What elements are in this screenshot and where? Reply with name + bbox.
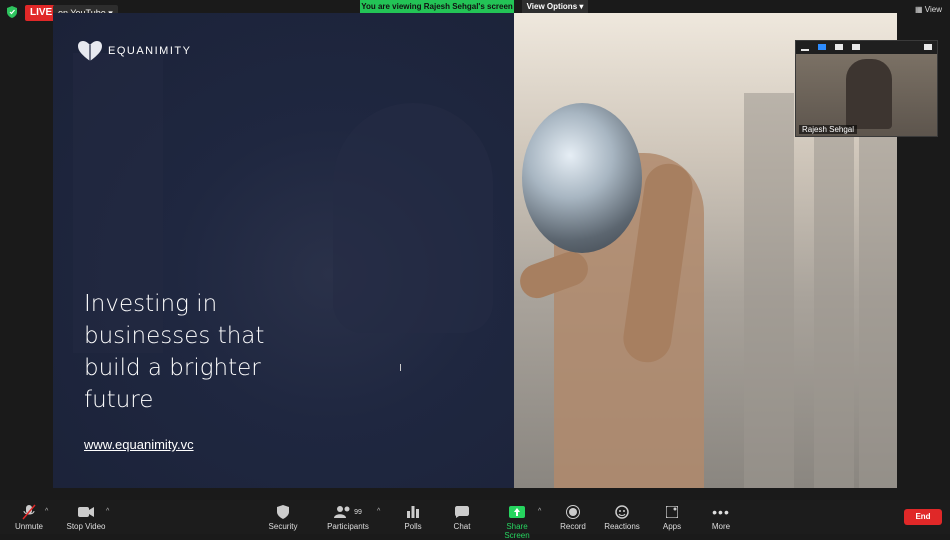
swap-view-icon[interactable]	[924, 44, 932, 50]
slide-left-panel: EQUANIMITY Investing in businesses that …	[53, 13, 514, 488]
participants-label: Participants	[327, 522, 369, 531]
strip-view-icon[interactable]	[835, 44, 843, 50]
view-button[interactable]: ▦ View	[915, 5, 942, 14]
slide-headline: Investing in businesses that build a bri…	[84, 291, 265, 413]
view-options-button[interactable]: View Options ▾	[522, 0, 588, 13]
participant-video-window[interactable]: Rajesh Sehgal	[795, 40, 938, 137]
crystal-ball-image	[522, 103, 642, 253]
more-button[interactable]: ••• More	[708, 504, 734, 534]
record-icon	[559, 504, 587, 520]
unmute-label: Unmute	[14, 522, 43, 531]
mouse-cursor-icon	[400, 364, 406, 371]
reactions-button[interactable]: Reactions	[604, 504, 640, 534]
viewing-screen-banner: You are viewing Rajesh Sehgal's screen	[360, 0, 514, 13]
polls-label: Polls	[404, 522, 422, 531]
video-window-toolbar	[796, 41, 937, 54]
speaker-view-icon[interactable]	[818, 44, 826, 50]
logo-text: EQUANIMITY	[108, 45, 192, 57]
share-options-chevron-icon[interactable]: ^	[538, 508, 541, 515]
share-screen-icon	[494, 504, 540, 520]
chat-button[interactable]: Chat	[449, 504, 475, 534]
share-screen-label: Share Screen	[504, 522, 530, 540]
participant-figure	[846, 59, 892, 129]
slide-url-link[interactable]: www.equanimity.vc	[84, 437, 194, 452]
shield-icon	[266, 504, 300, 520]
grid-view-icon: ▦	[915, 5, 923, 14]
logo-heart-icon	[78, 41, 102, 61]
participants-count: 99	[354, 508, 362, 516]
more-dots-icon: •••	[712, 504, 730, 520]
background-building	[814, 133, 854, 488]
video-camera-icon	[64, 504, 108, 520]
end-meeting-button[interactable]: End	[904, 509, 942, 525]
participants-button[interactable]: 99 Participants	[325, 504, 371, 534]
meeting-toolbar: Unmute ^ Stop Video ^ Security 99 Partic…	[0, 500, 950, 540]
polls-button[interactable]: Polls	[400, 504, 426, 534]
microphone-muted-icon	[12, 504, 46, 520]
apps-button[interactable]: Apps	[661, 504, 683, 534]
audio-options-chevron-icon[interactable]: ^	[45, 508, 48, 515]
background-hand-silhouette	[333, 103, 493, 333]
record-label: Record	[560, 522, 586, 531]
gallery-view-icon[interactable]	[852, 44, 860, 50]
participant-name-label: Rajesh Sehgal	[799, 125, 858, 134]
minimize-icon[interactable]	[801, 49, 809, 51]
stop-video-button[interactable]: Stop Video	[64, 504, 108, 534]
security-button[interactable]: Security	[266, 504, 300, 534]
chevron-down-icon: ▾	[579, 2, 584, 11]
company-logo: EQUANIMITY	[78, 41, 191, 61]
apps-icon	[661, 504, 683, 520]
record-button[interactable]: Record	[559, 504, 587, 534]
chat-bubble-icon	[449, 504, 475, 520]
bar-chart-icon	[400, 504, 426, 520]
security-label: Security	[268, 522, 298, 531]
reactions-label: Reactions	[604, 522, 640, 531]
shared-screen: EQUANIMITY Investing in businesses that …	[53, 13, 897, 488]
more-label: More	[711, 522, 731, 531]
background-building	[744, 93, 794, 488]
view-label: View	[924, 5, 942, 14]
share-screen-button[interactable]: Share Screen	[494, 504, 540, 540]
video-options-chevron-icon[interactable]: ^	[106, 508, 109, 515]
stop-video-label: Stop Video	[66, 522, 106, 531]
participant-video: Rajesh Sehgal	[796, 54, 937, 136]
security-shield-icon	[7, 6, 17, 18]
participants-options-chevron-icon[interactable]: ^	[377, 508, 380, 515]
chat-label: Chat	[453, 522, 471, 531]
view-options-label: View Options	[526, 2, 578, 11]
unmute-button[interactable]: Unmute	[12, 504, 46, 534]
participants-icon: 99	[325, 504, 371, 520]
apps-label: Apps	[662, 522, 682, 531]
smiley-icon	[604, 504, 640, 520]
